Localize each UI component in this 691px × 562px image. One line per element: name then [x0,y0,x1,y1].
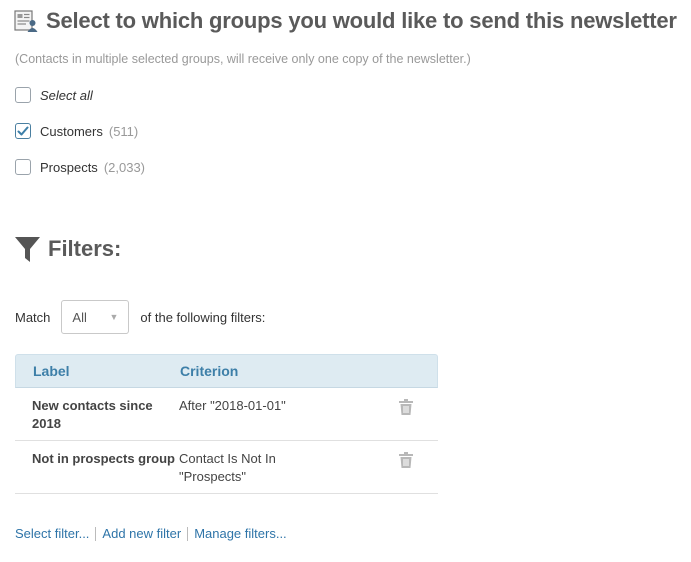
filter-label: New contacts since 2018 [32,398,153,431]
select-all-row[interactable]: Select all [15,87,93,103]
chevron-down-icon: ▼ [109,312,119,322]
table-header: Label Criterion [15,354,438,388]
match-select-value: All [72,309,87,325]
divider [187,526,189,541]
filters-title: Filters: [48,236,122,261]
divider [95,526,97,541]
trash-icon[interactable] [399,399,413,415]
match-select[interactable]: All ▼ [61,300,130,334]
group-row-customers[interactable]: Customers (511) [15,123,138,139]
filter-criterion: Contact Is Not In "Prospects" [179,451,276,484]
filter-criterion: After "2018-01-01" [179,398,286,413]
page-title: Select to which groups you would like to… [46,8,677,33]
manage-filters-link[interactable]: Manage filters... [194,526,287,541]
column-header-criterion: Criterion [180,363,239,379]
group-label: Customers [40,123,103,139]
filters-header: Filters: [15,235,121,263]
group-count: (511) [108,123,139,139]
match-prefix: Match [15,309,51,325]
select-filter-link[interactable]: Select filter... [15,526,89,541]
prospects-checkbox[interactable] [15,159,31,175]
checkmark-icon [17,126,29,136]
filter-actions: Select filter... Add new filter Manage f… [15,526,287,541]
add-new-filter-link[interactable]: Add new filter [102,526,181,541]
group-row-prospects[interactable]: Prospects (2,033) [15,159,145,175]
filter-label: Not in prospects group [32,451,175,466]
customers-checkbox[interactable] [15,123,31,139]
select-all-label: Select all [40,87,93,103]
funnel-icon [15,237,40,262]
filters-table: Label Criterion New contacts since 2018 … [15,354,438,494]
page-header: Select to which groups you would like to… [14,8,677,34]
table-row[interactable]: Not in prospects group Contact Is Not In… [15,441,438,494]
table-row[interactable]: New contacts since 2018 After "2018-01-0… [15,388,438,441]
groups-note: (Contacts in multiple selected groups, w… [15,52,471,66]
match-row: Match All ▼ of the following filters: [15,300,265,334]
newsletter-icon [14,10,38,32]
match-suffix: of the following filters: [140,309,266,325]
column-header-label: Label [33,363,70,379]
group-count: (2,033) [103,159,146,175]
select-all-checkbox[interactable] [15,87,31,103]
group-label: Prospects [40,159,98,175]
trash-icon[interactable] [399,452,413,468]
